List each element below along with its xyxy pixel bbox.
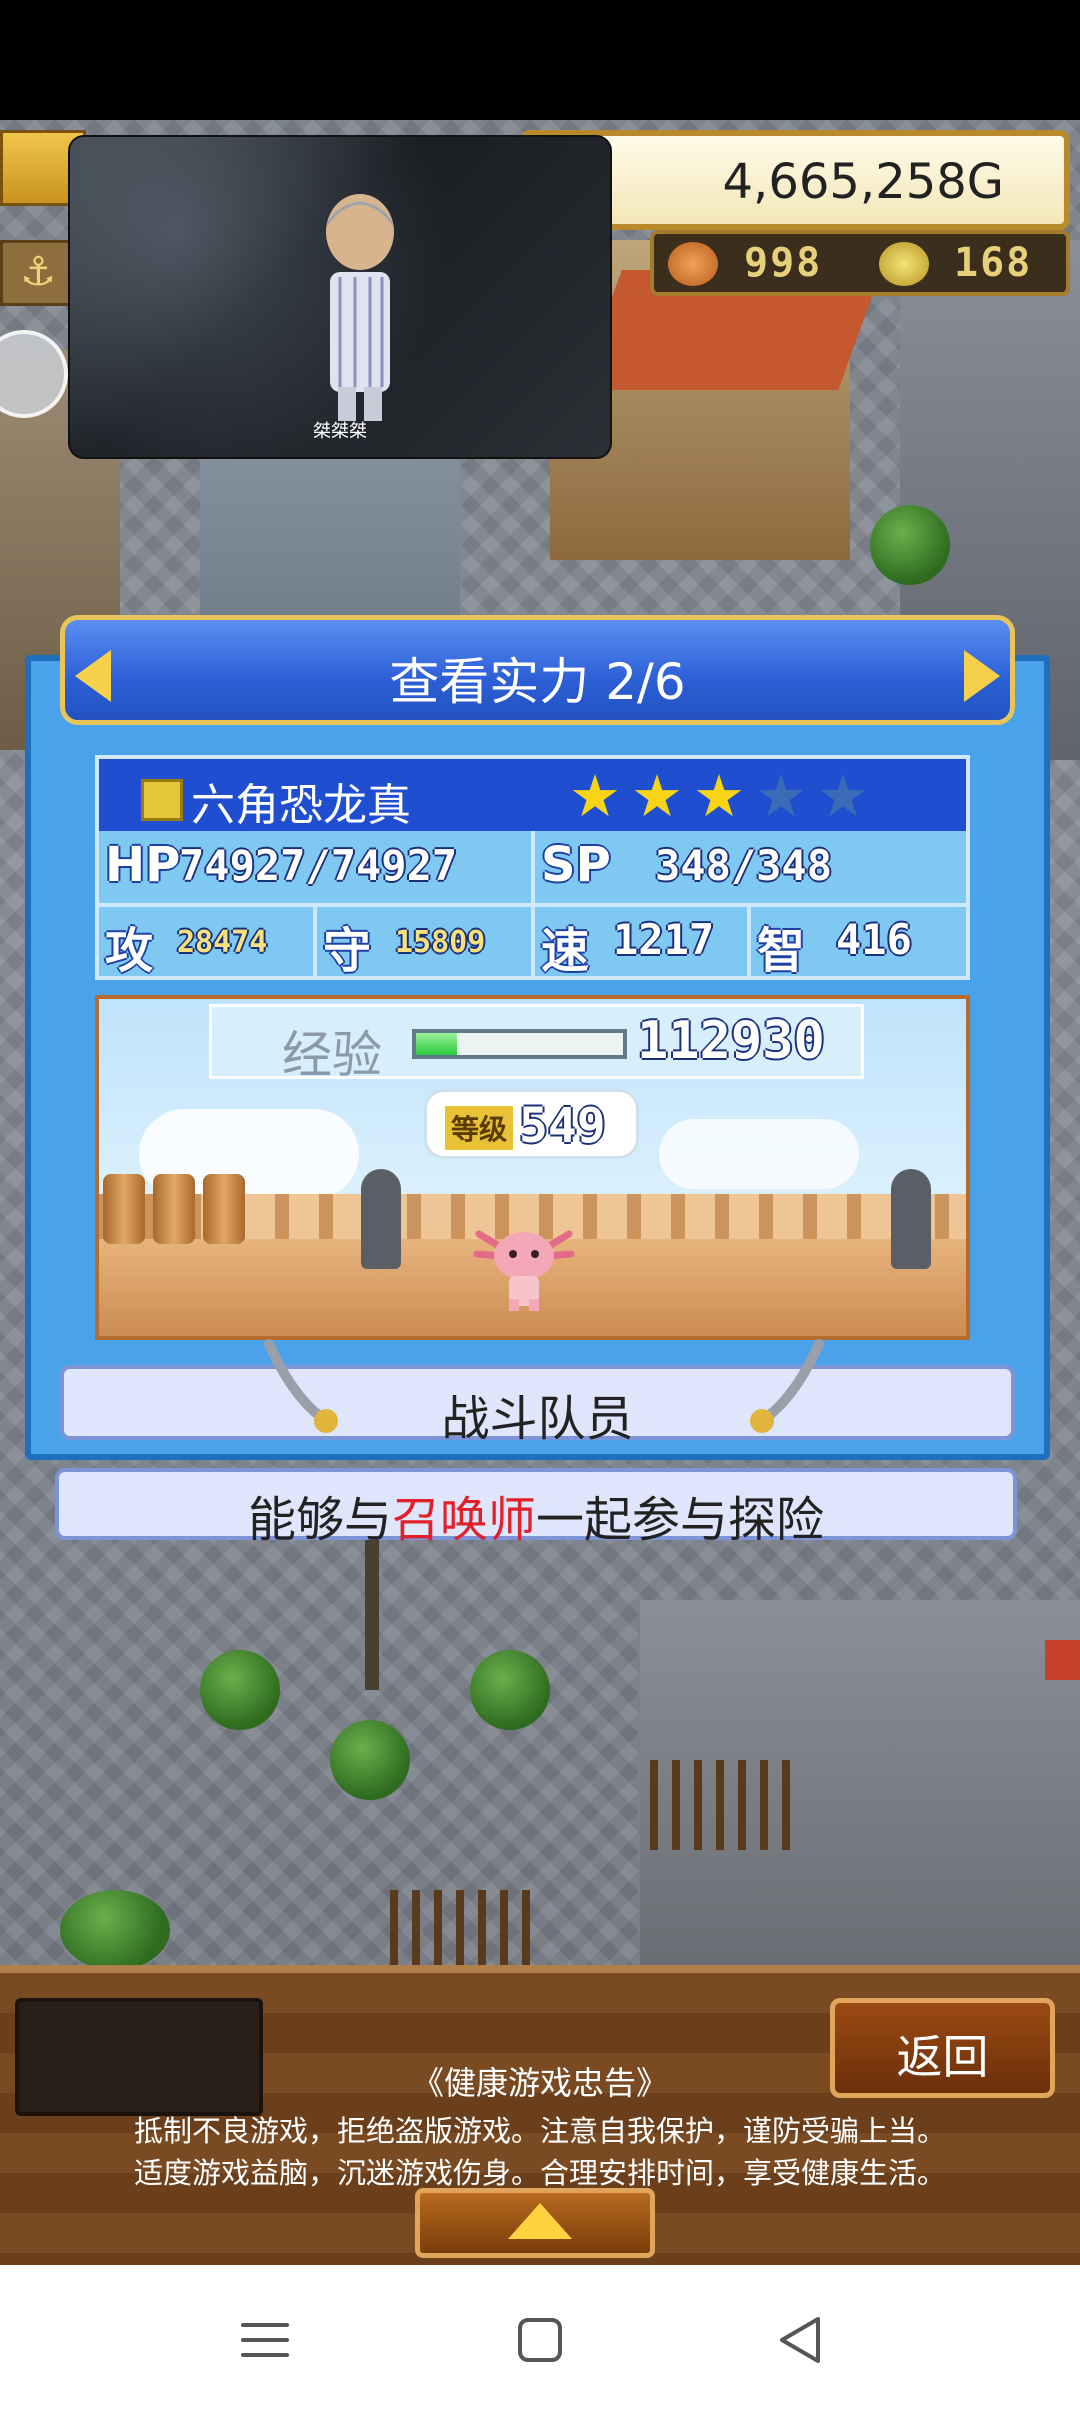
bottom-panel: 返回 《健康游戏忠告》 抵制不良游戏，拒绝盗版游戏。注意自我保护，谨防受骗上当。… <box>0 1965 1080 2273</box>
tree <box>60 1890 170 1965</box>
system-navigation-bar <box>0 2265 1080 2414</box>
sp-label: SP <box>541 837 611 893</box>
level-value: 549 <box>519 1098 606 1154</box>
tree <box>200 1650 280 1730</box>
triangle-back-icon[interactable] <box>760 2305 840 2375</box>
exp-label: 经验 <box>282 1026 382 1084</box>
flag <box>1045 1640 1080 1680</box>
coin-count: 168 <box>954 240 1033 286</box>
anchor-icon[interactable]: ⚓ <box>0 240 76 306</box>
barrel <box>103 1174 145 1244</box>
level-bubble: 等级 549 <box>424 1089 639 1159</box>
resource-bar: 998 168 <box>650 230 1070 296</box>
fish-icon <box>668 242 718 286</box>
role-bar: 战斗队员 <box>60 1339 1015 1447</box>
panel-title-bar: 查看实力 2/6 <box>60 615 1015 725</box>
def-cell: 守 15809 <box>317 905 535 979</box>
exp-track <box>412 1029 627 1059</box>
fish-count: 998 <box>744 240 823 286</box>
cloud <box>659 1119 859 1189</box>
description-text: 能够与召唤师一起参与探险 <box>59 1480 1013 1550</box>
fence <box>650 1760 790 1850</box>
expand-up-button[interactable] <box>415 2188 655 2258</box>
stats-table: 六角恐龙真 ★ ★ ★ ★ ★ HP 74927/74927 SP 348/348 攻 … <box>95 755 970 980</box>
spd-cell: 速 1217 <box>535 905 751 979</box>
def-label: 守 <box>323 923 372 979</box>
video-overlay[interactable]: 桀桀桀 <box>68 135 612 459</box>
tree <box>330 1720 410 1800</box>
exp-value: 112930 <box>637 1011 825 1071</box>
atk-value: 28474 <box>177 925 268 960</box>
int-value: 416 <box>836 915 912 964</box>
square-home-icon[interactable] <box>500 2305 580 2375</box>
hp-value: 74927/74927 <box>179 841 458 890</box>
cannon <box>891 1169 931 1269</box>
health-notice-line: 抵制不良游戏，拒绝盗版游戏。注意自我保护，谨防受骗上当。 <box>133 2114 946 2148</box>
coin-icon <box>879 242 929 286</box>
star-filled-icon: ★ <box>569 762 621 830</box>
star-filled-icon: ★ <box>631 762 683 830</box>
gold-amount: 4,665,258G <box>722 154 1004 210</box>
def-value: 15809 <box>395 925 486 960</box>
atk-label: 攻 <box>105 923 154 979</box>
role-label: 战斗队员 <box>441 1391 634 1447</box>
old-man-character <box>326 194 394 421</box>
up-arrow-icon <box>508 2203 572 2239</box>
health-notice-title: 《健康游戏忠告》 <box>411 2064 668 2102</box>
int-cell: 智 416 <box>751 905 966 979</box>
exp-fill <box>416 1033 458 1055</box>
star-empty-icon: ★ <box>755 762 807 830</box>
hp-label: HP <box>105 837 181 893</box>
tree <box>470 1650 550 1730</box>
star-empty-icon: ★ <box>817 762 869 830</box>
monster-stage: 经验 112930 等级 549 <box>95 995 970 1340</box>
menu-icon[interactable] <box>225 2305 305 2375</box>
axolotl-monster <box>473 1230 575 1311</box>
barrel <box>153 1174 195 1244</box>
sp-value: 348/348 <box>655 841 833 890</box>
video-caption: 桀桀桀 <box>313 421 367 442</box>
level-tag: 等级 <box>445 1106 514 1150</box>
lamp-post <box>365 1540 379 1690</box>
next-arrow-button[interactable] <box>964 650 1000 702</box>
attribute-row: 攻 28474 守 15809 速 1217 智 416 <box>99 905 966 979</box>
sp-cell: SP 348/348 <box>535 831 966 903</box>
barrel <box>203 1174 245 1244</box>
hp-sp-row: HP 74927/74927 SP 348/348 <box>99 831 966 907</box>
sword-icon <box>750 1339 824 1433</box>
health-notice-line: 适度游戏益脑，沉迷游戏伤身。合理安排时间，享受健康生活。 <box>133 2156 946 2190</box>
experience-bar: 经验 112930 <box>209 1004 864 1084</box>
spd-value: 1217 <box>613 915 715 964</box>
panel-title: 查看实力 2/6 <box>389 653 686 711</box>
tree <box>870 505 950 585</box>
monster-name: 六角恐龙真 <box>191 780 411 831</box>
star-filled-icon: ★ <box>693 762 745 830</box>
cannon <box>361 1169 401 1269</box>
hp-cell: HP 74927/74927 <box>99 831 535 903</box>
atk-cell: 攻 28474 <box>99 905 317 979</box>
monster-name-row: 六角恐龙真 ★ ★ ★ ★ ★ <box>99 759 966 831</box>
description-post: 一起参与探险 <box>536 1492 825 1548</box>
element-icon <box>141 779 183 821</box>
int-label: 智 <box>757 923 806 979</box>
description-pre: 能够与 <box>247 1492 392 1548</box>
description-bar: 能够与召唤师一起参与探险 <box>55 1468 1017 1548</box>
fence-2 <box>390 1890 530 1965</box>
spd-label: 速 <box>541 923 590 979</box>
description-highlight: 召唤师 <box>391 1492 536 1548</box>
status-bar <box>0 0 1080 120</box>
